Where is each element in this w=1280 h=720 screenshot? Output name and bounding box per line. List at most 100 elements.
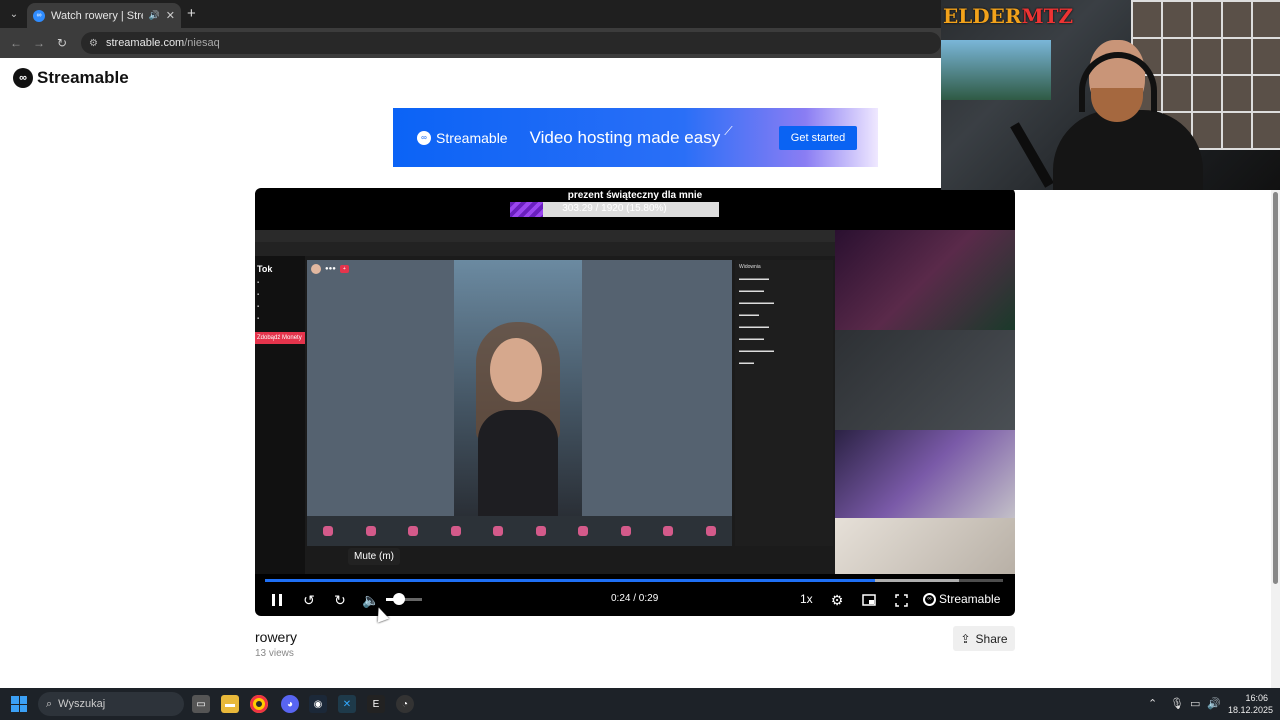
banner-logo: ∞ Streamable	[417, 130, 508, 146]
volume-icon: 🔈	[362, 591, 380, 608]
goal-progress-bar: 303.29 / 1920 (15.80%)	[510, 202, 719, 217]
clock-time: 16:06	[1245, 693, 1268, 703]
chat-row: ▬▬▬▬▬▬▬	[739, 348, 774, 354]
rewind-icon: ↺	[303, 591, 315, 608]
tab-close-icon[interactable]: ✕	[166, 9, 175, 22]
back-arrow-icon[interactable]: ←	[10, 36, 22, 50]
chat-row: ▬▬▬▬▬▬	[739, 276, 769, 282]
microphone-arm	[1010, 122, 1054, 188]
speaker-icon[interactable]: 🔊	[1207, 697, 1221, 710]
captured-tab-bar	[255, 230, 835, 242]
gift-icon	[578, 526, 589, 536]
fullscreen-button[interactable]	[892, 591, 910, 609]
microphone-icon[interactable]: 🎙	[1170, 697, 1184, 710]
chat-row: ▬▬▬▬▬	[739, 288, 764, 294]
video-player[interactable]: prezent świąteczny dla mnie 303.29 / 192…	[255, 188, 1015, 616]
gift-icon	[620, 526, 631, 536]
promo-banner[interactable]: ∞ Streamable Video hosting made easy ⟋ G…	[393, 108, 878, 167]
streamable-logo[interactable]: ∞ Streamable	[13, 68, 129, 88]
reload-icon[interactable]: ↻	[57, 36, 67, 50]
streamer-body	[478, 410, 558, 516]
live-stream-frame: ●●● +	[307, 260, 732, 546]
epic-games-icon[interactable]: E	[367, 695, 385, 713]
video-title: rowery	[255, 629, 298, 645]
taskbar-search[interactable]: ⌕ Wyszukaj	[38, 692, 184, 716]
tab-title: Watch rowery | Streamable	[51, 9, 143, 22]
new-tab-button[interactable]: +	[187, 5, 196, 22]
follow-badge: +	[339, 265, 349, 273]
mute-tooltip: Mute (m)	[348, 548, 400, 565]
share-label: Share	[975, 631, 1008, 646]
tiktok-nav-item: ▪	[257, 304, 260, 310]
player-brand-text: Streamable	[939, 592, 1001, 606]
forward-arrow-icon[interactable]: →	[33, 36, 45, 50]
gift-icon	[408, 526, 419, 536]
address-bar[interactable]: ⚙ streamable.com/niesaq	[81, 32, 941, 54]
file-explorer-icon[interactable]: ▬	[221, 695, 239, 713]
page-scrollbar[interactable]	[1271, 190, 1280, 688]
volume-knob[interactable]	[392, 593, 405, 605]
webcam-tile	[835, 518, 1015, 574]
chat-row: ▬▬▬	[739, 360, 754, 366]
chat-row: ▬▬▬▬▬▬▬	[739, 300, 774, 306]
webcam-grid	[835, 230, 1015, 574]
pause-icon	[272, 594, 282, 606]
task-view-icon[interactable]: ▭	[192, 695, 210, 713]
gift-icon	[365, 526, 376, 536]
banner-tagline: Video hosting made easy	[529, 127, 721, 147]
streamer-face	[490, 338, 542, 402]
forward-button[interactable]: ↻	[330, 591, 350, 609]
tray-chevron-icon[interactable]: ⌃	[1148, 697, 1157, 710]
webcam-tile	[835, 230, 1015, 330]
windows-taskbar: ⌕ Wyszukaj ▭ ▬ ◕ ◉ ✕ E ◔ ⌃ 🎙 ▭ 🔊 16:06 1…	[0, 688, 1280, 720]
banner-logo-icon: ∞	[417, 130, 431, 145]
forward-icon: ↻	[334, 591, 346, 608]
tab-audio-icon[interactable]: 🔊	[149, 10, 160, 21]
browser-toolbar: ← → ↻ ⚙ streamable.com/niesaq	[0, 28, 941, 58]
playback-rate-button[interactable]: 1x	[800, 592, 813, 606]
rewind-button[interactable]: ↺	[299, 591, 319, 609]
scrollbar-thumb[interactable]	[1273, 192, 1278, 584]
gift-icon	[323, 526, 334, 536]
player-brand[interactable]: ∞ Streamable	[923, 592, 1000, 606]
share-button[interactable]: ⇪ Share	[953, 626, 1015, 651]
seek-bar[interactable]	[265, 579, 1003, 582]
banner-logo-text: Streamable	[436, 129, 508, 146]
gift-icon	[450, 526, 461, 536]
chrome-icon[interactable]	[250, 695, 268, 713]
windows-start-icon[interactable]	[11, 696, 27, 712]
taskbar-clock[interactable]: 16:06 18.12.2025	[1228, 692, 1273, 716]
discord-icon[interactable]: ◕	[281, 695, 299, 713]
streamable-mini-icon: ∞	[923, 592, 936, 606]
captured-address-bar	[255, 242, 835, 256]
site-info-icon[interactable]: ⚙	[89, 38, 98, 49]
pause-button[interactable]	[267, 592, 287, 608]
player-controls: ↺ ↻ 🔈 0:24 / 0:29 1x ⚙ ∞ Streamable	[255, 584, 1015, 616]
channel-logo: ELDERMTZ	[943, 4, 1074, 28]
get-started-button[interactable]: Get started	[779, 126, 857, 150]
pip-button[interactable]	[860, 591, 878, 609]
logo-text: Streamable	[37, 68, 129, 87]
gift-icon	[493, 526, 504, 536]
url-host: streamable.com	[105, 37, 185, 49]
browser-tab-streamable[interactable]: ∞ Watch rowery | Streamable 🔊 ✕	[27, 3, 181, 28]
chat-row: ▬▬▬▬	[739, 312, 759, 318]
gift-icon	[705, 526, 716, 536]
picture-in-picture-icon	[862, 594, 876, 606]
streamer-webcam-overlay: ELDERMTZ	[941, 0, 1280, 190]
display-icon[interactable]: ▭	[1190, 697, 1200, 710]
taskbar-search-placeholder: Wyszukaj	[58, 698, 106, 710]
chat-row: ▬▬▬▬▬▬	[739, 324, 769, 330]
xbox-icon[interactable]: ✕	[338, 695, 356, 713]
chat-header: Widownia	[739, 264, 761, 270]
live-chat-panel: Widownia ▬▬▬▬▬▬ ▬▬▬▬▬ ▬▬▬▬▬▬▬ ▬▬▬▬ ▬▬▬▬▬…	[735, 260, 833, 546]
tab-list-chevron-icon[interactable]: ⌄	[5, 5, 23, 23]
settings-button[interactable]: ⚙	[828, 591, 846, 609]
obs-icon[interactable]: ◔	[396, 695, 414, 713]
steam-icon[interactable]: ◉	[309, 695, 327, 713]
streamable-favicon-icon: ∞	[33, 9, 45, 22]
streamable-logo-icon: ∞	[13, 68, 33, 88]
tiktok-nav-item: ▪	[257, 316, 260, 322]
goal-progress-text: 303.29 / 1920 (15.80%)	[562, 203, 667, 214]
tiktok-sidebar: Tok ▪ ▪ ▪ ▪ Zdobądź Monety	[255, 256, 305, 574]
